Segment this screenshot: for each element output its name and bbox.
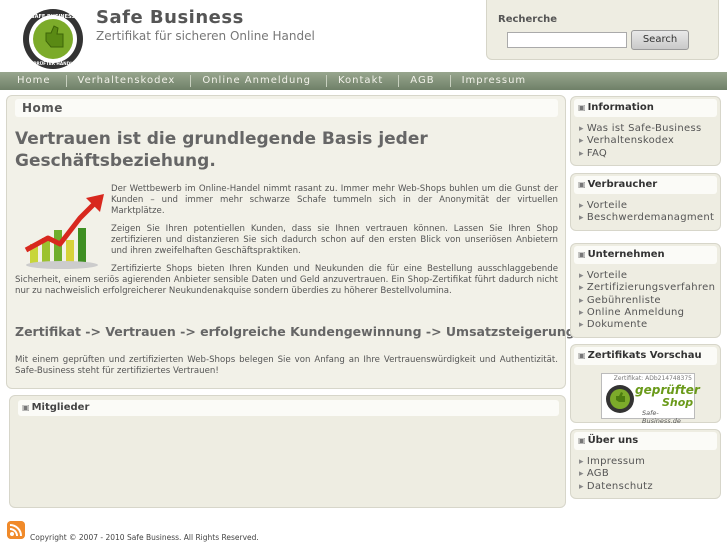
- sidebar-item-impressum[interactable]: Impressum: [579, 456, 720, 468]
- sidebar-vorschau-header: ▣ Zertifikats Vorschau: [574, 347, 717, 365]
- sidebar-ueber-list: Impressum AGB Datenschutz: [571, 450, 720, 493]
- nav-item-agb[interactable]: AGB: [399, 75, 451, 87]
- header: SAFE BUSINESS GEPRÜFTER HÄNDLER Safe Bus…: [0, 0, 727, 70]
- sidebar-item-beschwerdemanagment[interactable]: Beschwerdemanagment: [579, 212, 720, 224]
- members-title: Mitglieder: [31, 402, 90, 413]
- box-icon: ▣: [578, 250, 586, 259]
- badge-id: Zertifikat: ADb214748375: [613, 375, 692, 382]
- sidebar-item-was-ist[interactable]: Was ist Safe-Business: [579, 123, 720, 135]
- members-header: ▣ Mitglieder: [18, 400, 559, 416]
- box-icon: ▣: [578, 103, 586, 112]
- nav-item-online-anmeldung[interactable]: Online Anmeldung: [191, 75, 327, 87]
- box-icon: ▣: [22, 403, 30, 412]
- search-label: Recherche: [498, 14, 558, 25]
- sidebar-information-list: Was ist Safe-Business Verhaltenskodex FA…: [571, 117, 720, 160]
- sidebar-item-zertifizierungsverfahren[interactable]: Zertifizierungsverfahren: [579, 282, 720, 294]
- sidebar-verbraucher-title: Verbraucher: [587, 179, 658, 190]
- sidebar-item-agb[interactable]: AGB: [579, 468, 720, 480]
- badge-text-1: geprüfter: [635, 383, 700, 397]
- sidebar-verbraucher: ▣Verbraucher Vorteile Beschwerdemanagmen…: [570, 173, 721, 231]
- nav-item-verhaltenskodex[interactable]: Verhaltenskodex: [67, 75, 192, 87]
- sidebar-ueber-title: Über uns: [587, 435, 639, 446]
- paragraph-2: Zeigen Sie Ihren potentiellen Kunden, da…: [111, 224, 558, 256]
- sidebar-item-unternehmen-vorteile[interactable]: Vorteile: [579, 270, 720, 282]
- nav-item-impressum[interactable]: Impressum: [451, 75, 542, 87]
- sidebar-unternehmen-header: ▣ Unternehmen: [574, 246, 717, 264]
- sidebar-unternehmen-list: Vorteile Zertifizierungsverfahren Gebühr…: [571, 264, 720, 331]
- search-input[interactable]: [507, 32, 627, 48]
- sidebar-item-datenschutz[interactable]: Datenschutz: [579, 481, 720, 493]
- nav-item-kontakt[interactable]: Kontakt: [327, 75, 400, 87]
- members-panel: ▣ Mitglieder: [9, 395, 566, 508]
- sidebar-information: ▣Information Was ist Safe-Business Verha…: [570, 96, 721, 166]
- sidebar-item-verhaltenskodex[interactable]: Verhaltenskodex: [579, 135, 720, 147]
- page: SAFE BUSINESS GEPRÜFTER HÄNDLER Safe Bus…: [0, 0, 727, 545]
- sidebar-zertifikats-vorschau: ▣ Zertifikats Vorschau Zertifikat: ADb214…: [570, 344, 721, 425]
- paragraph-3: Zertifizierte Shops bieten Ihren Kunden …: [15, 264, 558, 296]
- box-icon: ▣: [578, 351, 586, 360]
- sidebar-unternehmen-title: Unternehmen: [587, 249, 665, 260]
- box-icon: ▣: [578, 180, 586, 189]
- sidebar-verbraucher-header: ▣ Verbraucher: [574, 176, 717, 194]
- paragraph-1: Der Wettbewerb im Online-Handel nimmt ra…: [111, 184, 558, 216]
- sidebar-item-gebuehrenliste[interactable]: Gebührenliste: [579, 295, 720, 307]
- main-content: Home Vertrauen ist die grundlegende Basi…: [6, 95, 575, 389]
- site-title[interactable]: Safe Business: [96, 7, 244, 28]
- sidebar-item-dokumente[interactable]: Dokumente: [579, 319, 720, 331]
- site-slogan: Zertifikat für sicheren Online Handel: [96, 29, 315, 43]
- main-nav: Home Verhaltenskodex Online Anmeldung Ko…: [0, 72, 727, 90]
- sidebar-unternehmen: ▣Unternehmen Vorteile Zertifizierungsver…: [570, 243, 721, 338]
- paragraph-4: Mit einem geprüften und zertifizierten W…: [15, 355, 558, 376]
- sidebar-vorschau-title: Zertifikats Vorschau: [587, 350, 702, 361]
- search-box: Recherche Search: [486, 0, 719, 60]
- rss-icon[interactable]: [7, 521, 25, 539]
- badge-seal-icon: [606, 385, 634, 413]
- page-headline: Vertrauen ist die grundlegende Basis jed…: [15, 129, 428, 171]
- badge-text-3: Safe-Business.de: [642, 409, 681, 425]
- sidebar-information-title: Information: [587, 102, 654, 113]
- sidebar-information-header: ▣ Information: [574, 99, 717, 117]
- nav-item-home[interactable]: Home: [6, 75, 67, 87]
- sidebar-item-online-anmeldung[interactable]: Online Anmeldung: [579, 307, 720, 319]
- sidebar-verbraucher-list: Vorteile Beschwerdemanagment: [571, 194, 720, 225]
- sidebar-ueber-header: ▣ Über uns: [574, 432, 717, 450]
- svg-text:GEPRÜFTER HÄNDLER: GEPRÜFTER HÄNDLER: [27, 61, 80, 66]
- growth-chart-image: [24, 194, 104, 269]
- site-logo[interactable]: SAFE BUSINESS GEPRÜFTER HÄNDLER: [22, 8, 84, 70]
- sidebar-item-verbraucher-vorteile[interactable]: Vorteile: [579, 200, 720, 212]
- badge-text-2: Shop: [662, 396, 694, 409]
- certificate-badge[interactable]: Zertifikat: ADb214748375 geprüfter Shop …: [601, 373, 700, 425]
- svg-text:SAFE BUSINESS: SAFE BUSINESS: [31, 14, 75, 20]
- sidebar-item-faq[interactable]: FAQ: [579, 148, 720, 160]
- sidebar-ueber-uns: ▣Über uns Impressum AGB Datenschutz: [570, 429, 721, 499]
- footer-copyright: Copyright © 2007 - 2010 Safe Business. A…: [30, 533, 259, 542]
- subheadline: Zertifikat -> Vertrauen -> erfolgreiche …: [15, 324, 575, 339]
- breadcrumb: Home: [15, 99, 558, 117]
- search-button[interactable]: Search: [631, 30, 689, 50]
- box-icon: ▣: [578, 436, 586, 445]
